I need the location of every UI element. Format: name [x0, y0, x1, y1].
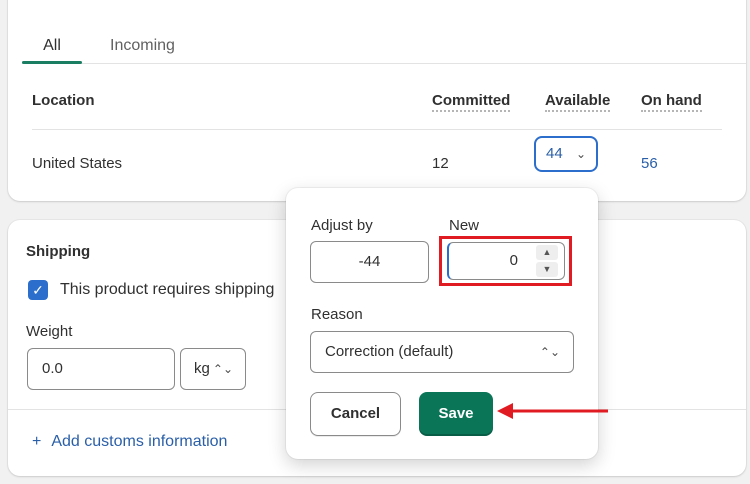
- annotation-arrow-icon: [497, 403, 608, 419]
- check-icon: ✓: [32, 282, 44, 298]
- tab-all[interactable]: All: [22, 0, 82, 64]
- tab-incoming[interactable]: Incoming: [110, 0, 175, 64]
- header-available[interactable]: Available: [545, 92, 611, 112]
- chevron-down-icon: ⌄: [575, 147, 586, 161]
- requires-shipping-label[interactable]: This product requires shipping: [60, 281, 274, 299]
- weight-unit-select[interactable]: kg ⌃⌄: [180, 348, 246, 390]
- weight-input[interactable]: 0.0: [27, 348, 175, 390]
- new-quantity-value: 0: [509, 252, 518, 269]
- select-arrows-icon: ⌃⌄: [539, 345, 560, 359]
- weight-label: Weight: [26, 323, 73, 340]
- reason-label: Reason: [311, 306, 363, 323]
- table-row: United States 12 44 ⌄ 56: [32, 130, 722, 196]
- requires-shipping-checkbox[interactable]: ✓: [28, 280, 48, 300]
- add-customs-link[interactable]: + Add customs information: [32, 433, 227, 451]
- inventory-tabs: All Incoming: [22, 0, 746, 64]
- caret-up-icon[interactable]: ▲: [536, 245, 558, 260]
- table-header: Location Committed Available On hand: [32, 80, 722, 130]
- plus-icon: +: [32, 433, 42, 450]
- header-committed[interactable]: Committed: [432, 92, 511, 112]
- caret-down-icon[interactable]: ▼: [536, 262, 558, 277]
- shipping-title: Shipping: [26, 243, 91, 260]
- cell-on-hand-link[interactable]: 56: [641, 155, 658, 172]
- highlight-box: 0 ▲ ▼: [439, 236, 572, 286]
- reason-value: Correction (default): [325, 343, 454, 360]
- header-location: Location: [32, 92, 95, 109]
- select-arrows-icon: ⌃⌄: [212, 362, 233, 376]
- available-quantity-value: 44: [546, 145, 563, 162]
- add-customs-label: Add customs information: [51, 433, 228, 450]
- save-button[interactable]: Save: [419, 392, 493, 436]
- inventory-card: All Incoming Location Committed Availabl…: [8, 0, 746, 201]
- cell-committed: 12: [432, 155, 449, 172]
- cell-location: United States: [32, 155, 123, 172]
- cancel-button[interactable]: Cancel: [310, 392, 401, 436]
- available-quantity-button[interactable]: 44 ⌄: [534, 136, 598, 172]
- header-on-hand[interactable]: On hand: [641, 92, 702, 112]
- reason-select[interactable]: Correction (default) ⌃⌄: [310, 331, 574, 373]
- new-label: New: [449, 217, 480, 234]
- adjust-by-label: Adjust by: [311, 217, 373, 234]
- new-quantity-input[interactable]: 0 ▲ ▼: [447, 242, 565, 280]
- weight-unit-value: kg: [194, 360, 210, 377]
- adjust-by-input[interactable]: -44: [310, 241, 429, 283]
